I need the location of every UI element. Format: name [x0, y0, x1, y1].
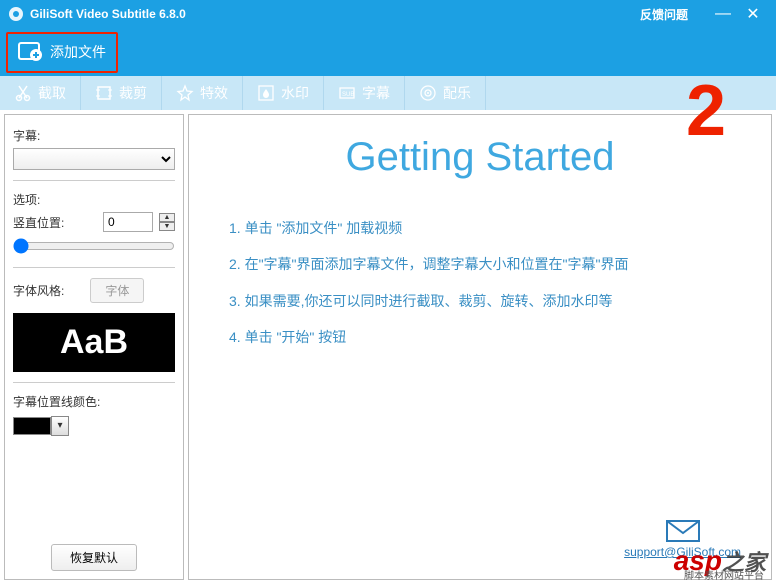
add-file-label: 添加文件 [50, 42, 106, 62]
vpos-label: 竖直位置: [13, 214, 64, 231]
restore-defaults-button[interactable]: 恢复默认 [51, 544, 137, 571]
vpos-spinner[interactable]: ▲▼ [159, 213, 175, 231]
main-toolbar: 添加文件 [0, 28, 776, 76]
getting-started-title: Getting Started [219, 135, 741, 180]
font-preview: AaB [13, 313, 175, 372]
tab-cut[interactable]: 截取 [0, 76, 81, 110]
divider [13, 180, 175, 181]
tab-watermark[interactable]: 水印 [243, 76, 324, 110]
crop-icon [95, 84, 113, 102]
tab-effect[interactable]: 特效 [162, 76, 243, 110]
color-dropdown[interactable]: ▾ [51, 416, 69, 436]
options-label: 选项: [13, 191, 175, 208]
scissors-icon [14, 84, 32, 102]
support-block: support@GiliSoft.com [624, 520, 741, 559]
minimize-button[interactable]: — [708, 5, 738, 23]
color-swatch [13, 417, 51, 435]
app-title: GiliSoft Video Subtitle 6.8.0 [30, 7, 640, 21]
add-file-icon [18, 40, 44, 65]
mail-icon [666, 520, 700, 542]
annotation-number: 2 [686, 70, 726, 152]
body: 字幕: 选项: 竖直位置: ▲▼ 字体风格: 字体 AaB 字幕位置线颜色: ▾… [0, 110, 776, 584]
step-3: 3. 如果需要,你还可以同时进行截取、裁剪、旋转、添加水印等 [229, 283, 741, 319]
disc-icon [419, 84, 437, 102]
divider [13, 382, 175, 383]
tabs-bar: 截取 裁剪 特效 水印 SUB 字幕 配乐 2 [0, 76, 776, 110]
steps-list: 1. 单击 "添加文件" 加载视频 2. 在"字幕"界面添加字幕文件，调整字幕大… [229, 210, 741, 356]
feedback-link[interactable]: 反馈问题 [640, 6, 688, 23]
app-icon [8, 6, 24, 22]
divider [13, 267, 175, 268]
font-style-label: 字体风格: [13, 282, 64, 299]
svg-text:SUB: SUB [342, 92, 354, 98]
step-1: 1. 单击 "添加文件" 加载视频 [229, 210, 741, 246]
support-email-link[interactable]: support@GiliSoft.com [624, 545, 741, 559]
subtitle-label: 字幕: [13, 127, 175, 144]
tab-music[interactable]: 配乐 [405, 76, 486, 110]
step-2: 2. 在"字幕"界面添加字幕文件，调整字幕大小和位置在"字幕"界面 [229, 246, 741, 282]
sidebar: 字幕: 选项: 竖直位置: ▲▼ 字体风格: 字体 AaB 字幕位置线颜色: ▾… [4, 114, 184, 580]
vpos-input[interactable] [103, 212, 153, 232]
subtitle-icon: SUB [338, 84, 356, 102]
line-color-label: 字幕位置线颜色: [13, 393, 175, 410]
drop-icon [257, 84, 275, 102]
subtitle-select[interactable] [13, 148, 175, 170]
close-button[interactable]: ✕ [738, 4, 768, 24]
font-button[interactable]: 字体 [90, 278, 144, 303]
main-panel: Getting Started 1. 单击 "添加文件" 加载视频 2. 在"字… [188, 114, 772, 580]
titlebar: GiliSoft Video Subtitle 6.8.0 反馈问题 — ✕ [0, 0, 776, 28]
star-icon [176, 84, 194, 102]
vpos-slider[interactable] [13, 238, 175, 254]
add-file-button[interactable]: 添加文件 [6, 32, 118, 73]
step-4: 4. 单击 "开始" 按钮 [229, 319, 741, 355]
tab-crop[interactable]: 裁剪 [81, 76, 162, 110]
tab-subtitle[interactable]: SUB 字幕 [324, 76, 405, 110]
